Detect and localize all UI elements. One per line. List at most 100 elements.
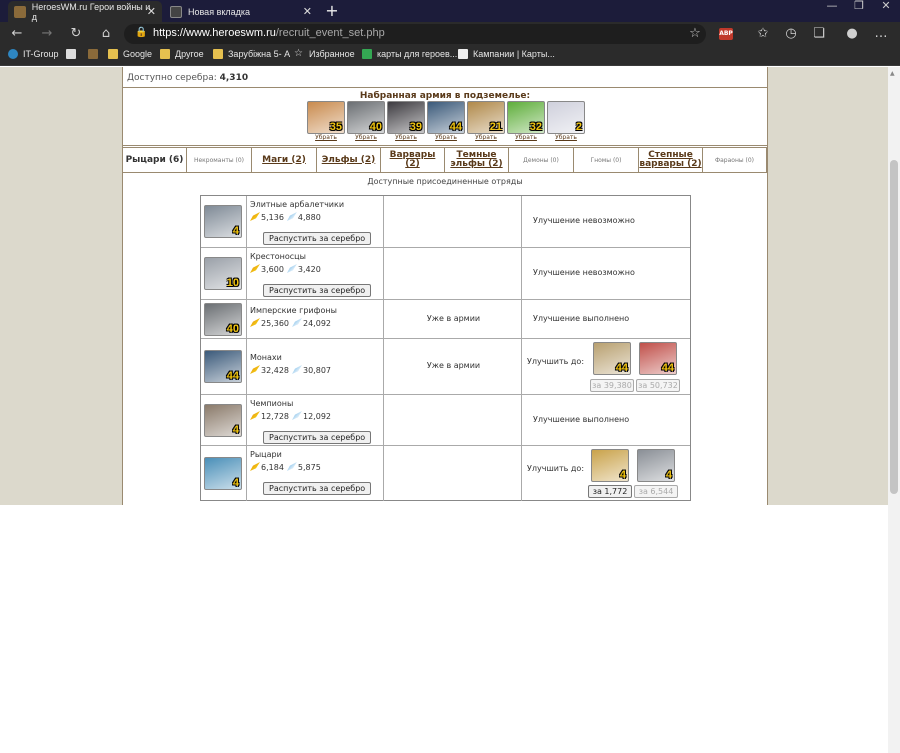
close-window-icon[interactable]: ✕ xyxy=(872,0,900,14)
gold-price: 12,728 xyxy=(261,412,289,421)
tab-close-icon[interactable]: ✕ xyxy=(147,5,156,18)
army-unit-portrait[interactable]: 32 xyxy=(507,101,545,134)
gold-arrow-icon xyxy=(250,411,260,420)
upgrade-button[interactable]: за 1,772 xyxy=(588,485,632,498)
maximize-icon[interactable]: ❐ xyxy=(845,0,873,14)
adblock-icon[interactable]: ABP xyxy=(719,28,733,40)
new-tab-favicon-icon xyxy=(170,5,182,18)
army-unit-portrait[interactable]: 44 xyxy=(427,101,465,134)
unit-count: 40 xyxy=(226,323,239,335)
silver-price: 12,092 xyxy=(303,412,331,421)
unit-count: 4 xyxy=(665,469,672,481)
silver-info: Доступно серебра: 4,310 xyxy=(127,73,248,83)
back-icon[interactable]: ← xyxy=(8,25,26,43)
release-for-silver-button[interactable]: Распустить за серебро xyxy=(263,431,372,444)
url-text[interactable]: https://www.heroeswm.ru/recruit_event_se… xyxy=(153,27,385,39)
troop-portrait[interactable]: 4 xyxy=(204,205,242,238)
silver-price: 3,420 xyxy=(297,265,321,274)
upgrade-button[interactable]: за 50,732 xyxy=(636,379,680,392)
faction-tab[interactable]: Некроманты (0) xyxy=(187,148,252,172)
tab-title: HeroesWM.ru Герои войны и д xyxy=(31,1,151,22)
faction-tab[interactable]: Варвары (2) xyxy=(381,148,445,172)
faction-tab[interactable]: Демоны (0) xyxy=(509,148,574,172)
remove-link[interactable]: Убрать xyxy=(547,134,585,141)
remove-link[interactable]: Убрать xyxy=(427,134,465,141)
reload-icon[interactable]: ↻ xyxy=(67,25,85,43)
scroll-up-icon[interactable]: ▲ xyxy=(890,70,895,77)
troop-portrait[interactable]: 4 xyxy=(204,457,242,490)
column-divider xyxy=(383,395,384,446)
troop-portrait[interactable]: 10 xyxy=(204,257,242,290)
bookmark-campaigns[interactable]: Кампании | Карты... xyxy=(458,49,555,59)
troop-portrait[interactable]: 40 xyxy=(204,303,242,336)
menu-icon[interactable]: … xyxy=(872,25,890,43)
bookmark-moon[interactable] xyxy=(66,49,81,59)
troop-name: Рыцари xyxy=(250,450,282,459)
new-tab-icon[interactable]: + xyxy=(322,2,342,20)
troop-name: Крестоносцы xyxy=(250,252,306,261)
scrollbar-thumb[interactable] xyxy=(890,160,898,494)
favorites-icon[interactable]: ✩ xyxy=(754,25,772,43)
bookmark-google[interactable]: Google xyxy=(108,49,152,59)
faction-tab[interactable]: Фараоны (0) xyxy=(703,148,767,172)
unit-count: 35 xyxy=(329,121,342,133)
release-for-silver-button[interactable]: Распустить за серебро xyxy=(263,482,372,495)
troop-portrait[interactable]: 4 xyxy=(204,404,242,437)
bookmark-it-group[interactable]: IT-Group xyxy=(8,49,59,59)
upgrade-button[interactable]: за 6,544 xyxy=(634,485,678,498)
minimize-icon[interactable]: — xyxy=(818,0,846,14)
forward-icon[interactable]: → xyxy=(38,25,56,43)
troop-name: Имперские грифоны xyxy=(250,306,337,315)
bookmark-foreign[interactable]: Зарубіжна 5- А xyxy=(213,49,290,59)
unit-count: 44 xyxy=(226,370,239,382)
lock-icon[interactable]: 🔒 xyxy=(135,27,147,38)
history-icon[interactable]: ◷ xyxy=(782,25,800,43)
tab-heroeswm[interactable]: HeroesWM.ru Герои войны и д ✕ xyxy=(8,1,162,22)
home-icon[interactable]: ⌂ xyxy=(97,25,115,43)
bookmark-maps[interactable]: карты для героев... xyxy=(362,49,457,59)
upgrade-portrait[interactable]: 4 xyxy=(637,449,675,482)
column-divider xyxy=(521,248,522,300)
address-toolbar: ← → ↻ ⌂ 🔒 https://www.heroeswm.ru/recrui… xyxy=(0,22,900,46)
upgrade-portrait[interactable]: 44 xyxy=(639,342,677,375)
silver-arrow-icon xyxy=(286,212,297,221)
remove-link[interactable]: Убрать xyxy=(387,134,425,141)
bookmark-other[interactable]: Другое xyxy=(160,49,204,59)
upgrade-button[interactable]: за 39,380 xyxy=(590,379,634,392)
troop-portrait[interactable]: 44 xyxy=(204,350,242,383)
remove-link[interactable]: Убрать xyxy=(307,134,345,141)
army-unit-portrait[interactable]: 2 xyxy=(547,101,585,134)
army-unit-portrait[interactable]: 39 xyxy=(387,101,425,134)
collections-icon[interactable]: ❏ xyxy=(810,25,828,43)
upgrade-portrait[interactable]: 4 xyxy=(591,449,629,482)
upgrade-portrait[interactable]: 44 xyxy=(593,342,631,375)
troops-table: 4 Элитные арбалетчики 5,136 4,880 Распустить… xyxy=(200,195,691,501)
remove-link[interactable]: Убрать xyxy=(347,134,385,141)
faction-tab[interactable]: Темные эльфы (2) xyxy=(445,148,509,172)
column-divider xyxy=(383,196,384,248)
upgrade-label: Улучшить до: xyxy=(527,357,585,366)
bookmark-favorites[interactable]: ☆ Избранное xyxy=(294,49,355,60)
favorite-add-icon[interactable]: ☆ xyxy=(686,25,704,43)
profile-avatar-icon[interactable]: ● xyxy=(843,25,861,43)
faction-tab[interactable]: Гномы (0) xyxy=(574,148,639,172)
column-divider xyxy=(246,339,247,395)
bookmark-heroes[interactable] xyxy=(88,49,103,59)
release-for-silver-button[interactable]: Распустить за серебро xyxy=(263,232,372,245)
column-divider xyxy=(521,395,522,446)
troop-prices: 32,428 30,807 xyxy=(250,365,331,375)
remove-link[interactable]: Убрать xyxy=(467,134,505,141)
silver-arrow-icon xyxy=(292,318,302,327)
remove-link[interactable]: Убрать xyxy=(507,134,545,141)
browser-window: HeroesWM.ru Герои войны и д ✕ Новая вкла… xyxy=(0,0,900,753)
faction-tab[interactable]: Маги (2) xyxy=(252,148,317,172)
tab-new[interactable]: Новая вкладка ✕ xyxy=(164,1,318,22)
army-unit-portrait[interactable]: 40 xyxy=(347,101,385,134)
faction-tab[interactable]: Эльфы (2) xyxy=(317,148,381,172)
gold-arrow-icon xyxy=(250,462,260,471)
release-for-silver-button[interactable]: Распустить за серебро xyxy=(263,284,372,297)
tab-close-icon[interactable]: ✕ xyxy=(303,5,312,18)
army-unit-portrait[interactable]: 35 xyxy=(307,101,345,134)
faction-tab[interactable]: Степные варвары (2) xyxy=(639,148,703,172)
army-unit-portrait[interactable]: 21 xyxy=(467,101,505,134)
